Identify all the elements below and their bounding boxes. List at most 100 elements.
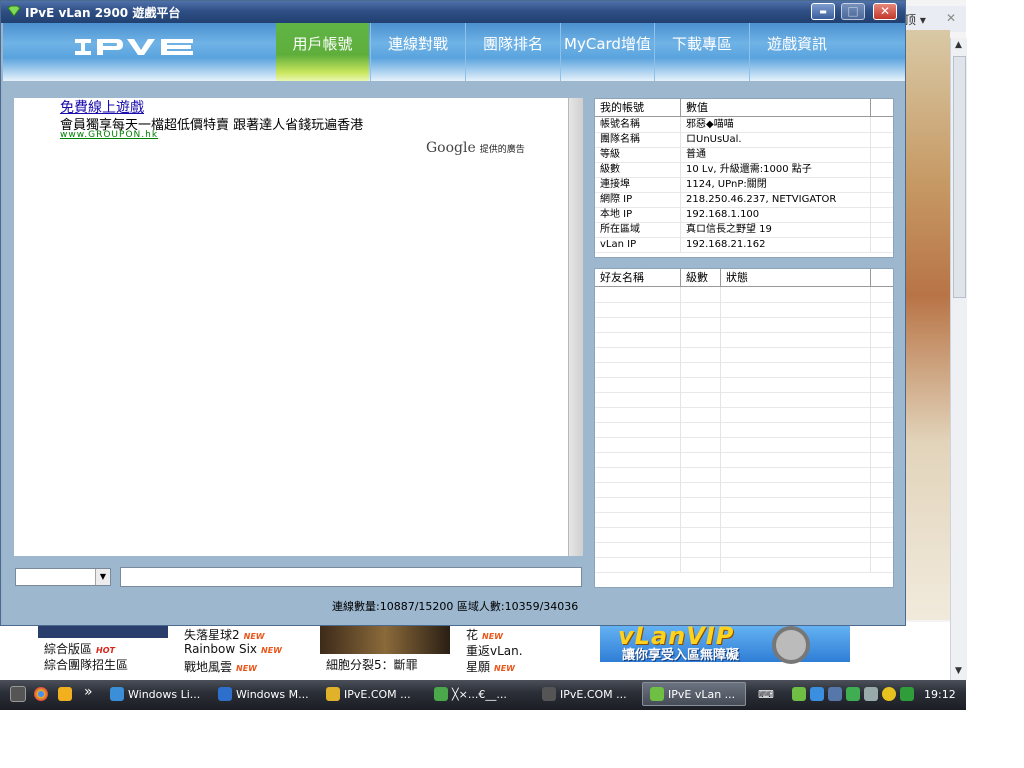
account-field-value: 真ロ信長之野望 19 xyxy=(681,222,871,237)
taskbar-item-label: ╳×...€__... xyxy=(452,688,507,701)
forum-link[interactable]: 綜合團隊招生區 xyxy=(44,656,128,672)
hot-badge: HOT xyxy=(96,646,115,655)
ipve-tray-icon[interactable] xyxy=(792,687,806,701)
chevron-down-icon[interactable]: ▼ xyxy=(95,569,110,585)
forum-link-label[interactable]: 星願 xyxy=(466,660,490,674)
forum-link-label[interactable]: 綜合團隊招生區 xyxy=(44,658,128,672)
forum-link-label[interactable]: 花 xyxy=(466,628,478,642)
start-button[interactable] xyxy=(10,686,30,704)
table-row[interactable]: 帳號名稱 邪惡◆喵喵 xyxy=(595,117,893,133)
table-row[interactable]: 本地 IP 192.168.1.100 xyxy=(595,207,893,223)
table-row[interactable]: 級數 10 Lv, 升級還需:1000 點子 xyxy=(595,162,893,178)
scroll-down-icon[interactable]: ▼ xyxy=(953,666,964,676)
connection-status: 連線數量:10887/15200 區域人數:10359/34036 xyxy=(332,600,579,613)
table-row[interactable]: 等級 普通 xyxy=(595,147,893,163)
empty-table-row xyxy=(595,482,893,498)
taskbar-item[interactable]: IPvE vLan ... xyxy=(650,686,735,704)
forum-link[interactable]: 綜合版區 HOT xyxy=(44,640,128,656)
empty-cell xyxy=(721,512,871,527)
forum-link-label[interactable]: 戰地風雲 xyxy=(184,660,232,674)
volume-icon[interactable] xyxy=(864,687,878,701)
taskbar-item-label: IPvE.COM ... xyxy=(344,688,411,701)
forum-link-label[interactable]: 重返vLan. xyxy=(466,644,523,658)
taskbar-item[interactable]: Windows Li... xyxy=(110,686,200,704)
title-bar[interactable]: IPvE vLan 2900 遊戲平台 ▬ □ ✕ xyxy=(1,1,905,23)
tab-game-info[interactable]: 遊戲資訊 xyxy=(749,23,844,81)
empty-cell xyxy=(721,362,871,377)
scroll-up-icon[interactable]: ▲ xyxy=(953,40,964,50)
maximize-button[interactable]: □ xyxy=(841,3,865,20)
empty-cell xyxy=(595,467,681,482)
clock[interactable]: 19:12 xyxy=(924,686,956,704)
forum-link-label[interactable]: 綜合版區 xyxy=(44,642,92,656)
security-shield-icon[interactable] xyxy=(900,687,914,701)
close-button[interactable]: ✕ xyxy=(873,3,897,20)
messenger-icon xyxy=(434,687,448,701)
forum-column-4: 花 NEW 重返vLan. 星願 NEW xyxy=(466,626,523,684)
google-ads-label[interactable]: Google 提供的廣告 xyxy=(426,140,525,156)
tab-downloads[interactable]: 下載專區 xyxy=(654,23,749,81)
maximize-icon: □ xyxy=(847,4,859,18)
ad-url-link[interactable]: www.GROUPON.hk xyxy=(60,130,158,140)
empty-cell xyxy=(721,482,871,497)
tab-online-battle[interactable]: 連線對戰 xyxy=(370,23,465,81)
minimize-button[interactable]: ▬ xyxy=(811,3,835,20)
background-scrollbar[interactable]: ▲ ▼ xyxy=(950,38,967,680)
background-page-topright: 顶 ▾ ✕ xyxy=(904,6,966,32)
account-field-label: 團隊名稱 xyxy=(595,132,681,147)
empty-cell xyxy=(595,422,681,437)
empty-cell xyxy=(721,377,871,392)
account-field-value: 192.168.1.100 xyxy=(681,207,871,222)
table-row[interactable]: 網際 IP 218.250.46.237, NETVIGATOR xyxy=(595,192,893,208)
empty-cell xyxy=(595,482,681,497)
taskbar-item[interactable]: IPvE.COM ... xyxy=(326,686,411,704)
tab-user-account[interactable]: 用戶帳號 xyxy=(276,23,369,81)
forum-link-label[interactable]: 細胞分裂5：斷罪 xyxy=(326,658,418,672)
ad-pane xyxy=(14,98,568,556)
ipve-icon xyxy=(650,687,664,701)
table-row[interactable]: 團隊名稱 ロUnUsUal. xyxy=(595,132,893,148)
background-close-icon[interactable]: ✕ xyxy=(946,11,956,25)
table-row[interactable]: 所在區域 真ロ信長之野望 19 xyxy=(595,222,893,238)
empty-cell xyxy=(595,527,681,542)
background-menu-text[interactable]: 顶 ▾ xyxy=(904,11,926,28)
ad-pane-scrollbar[interactable] xyxy=(568,98,583,556)
messenger-icon xyxy=(58,687,72,701)
quicklaunch-more[interactable]: » xyxy=(84,683,93,701)
table-row[interactable]: vLan IP 192.168.21.162 xyxy=(595,237,893,253)
empty-table-row xyxy=(595,542,893,558)
ipve-logo[interactable] xyxy=(73,36,197,58)
column-header-level[interactable]: 級數 xyxy=(681,269,721,286)
scroll-thumb[interactable] xyxy=(953,56,966,298)
column-header-status[interactable]: 狀態 xyxy=(721,269,871,286)
quicklaunch-chrome[interactable] xyxy=(34,686,52,704)
column-header-value[interactable]: 數值 xyxy=(681,99,871,116)
chat-input[interactable] xyxy=(120,567,582,587)
empty-cell xyxy=(595,332,681,347)
empty-cell xyxy=(721,557,871,572)
messenger-tray-icon[interactable] xyxy=(846,687,860,701)
column-header-friend-name[interactable]: 好友名稱 xyxy=(595,269,681,286)
table-row[interactable]: 連接埠 1124, UPnP:關閉 xyxy=(595,177,893,193)
tab-team-ranking[interactable]: 團隊排名 xyxy=(465,23,560,81)
vip-banner-subtitle: 讓你享受入區無障礙 xyxy=(622,648,740,663)
account-field-label: 連接埠 xyxy=(595,177,681,192)
forum-link-label[interactable]: 失落星球2 xyxy=(184,628,240,642)
empty-cell xyxy=(681,347,721,362)
taskbar-item[interactable]: Windows M... xyxy=(218,686,309,704)
quicklaunch-messenger[interactable] xyxy=(58,686,76,704)
game-thumbnail[interactable] xyxy=(320,622,450,654)
empty-cell xyxy=(721,302,871,317)
network-icon[interactable] xyxy=(828,687,842,701)
update-icon[interactable] xyxy=(882,687,896,701)
vip-banner[interactable]: vLanVIP 讓你享受入區無障礙 xyxy=(600,622,850,664)
empty-table-row xyxy=(595,332,893,348)
keyboard-icon[interactable]: ⌨ xyxy=(758,686,774,704)
tab-mycard-topup[interactable]: MyCard增值 xyxy=(560,23,654,81)
taskbar-item[interactable]: IPvE.COM ... xyxy=(542,686,627,704)
empty-cell xyxy=(681,362,721,377)
taskbar-item[interactable]: ╳×...€__... xyxy=(434,686,507,704)
forum-link-label[interactable]: Rainbow Six xyxy=(184,642,257,656)
column-header-account[interactable]: 我的帳號 xyxy=(595,99,681,116)
network-icon[interactable] xyxy=(810,687,824,701)
